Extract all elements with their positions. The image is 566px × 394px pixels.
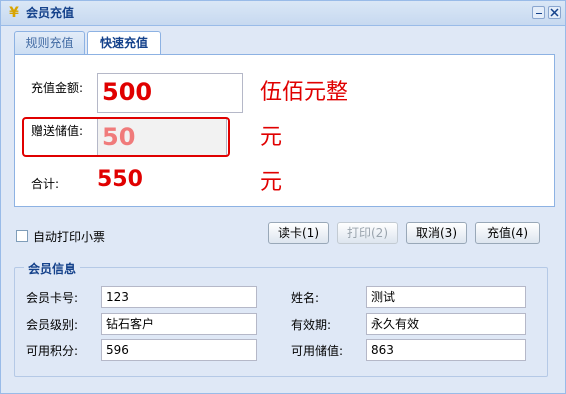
level-field[interactable]: 钻石客户 [101, 313, 257, 335]
close-button[interactable] [548, 6, 561, 19]
amount-chinese-text: 伍佰元整 [260, 80, 349, 105]
tab-quick-recharge[interactable]: 快速充值 [87, 31, 161, 55]
name-label: 姓名: [291, 291, 320, 305]
gift-highlight-box [22, 117, 230, 157]
points-field[interactable]: 596 [101, 339, 257, 361]
level-label: 会员级别: [26, 318, 79, 332]
amount-label: 充值金额: [31, 81, 84, 95]
auto-print-label: 自动打印小票 [33, 230, 106, 244]
window-title: 会员充值 [26, 6, 75, 20]
auto-print-checkbox[interactable] [16, 230, 28, 242]
gift-unit: 元 [260, 125, 283, 150]
total-label: 合计: [31, 177, 60, 191]
amount-input[interactable]: 500 [97, 73, 243, 113]
minimize-button[interactable] [532, 6, 545, 19]
print-button[interactable]: 打印(2) [337, 222, 398, 244]
validity-label: 有效期: [291, 318, 332, 332]
read-card-button[interactable]: 读卡(1) [268, 222, 329, 244]
total-unit: 元 [260, 170, 283, 195]
card-no-field[interactable]: 123 [101, 286, 257, 308]
title-bar[interactable]: ¥ 会员充值 [1, 1, 565, 26]
recharge-button[interactable]: 充值(4) [475, 222, 540, 244]
points-label: 可用积分: [26, 344, 79, 358]
tab-rule-recharge[interactable]: 规则充值 [14, 31, 85, 54]
balance-label: 可用储值: [291, 344, 344, 358]
member-info-legend: 会员信息 [24, 260, 81, 277]
name-field[interactable]: 测试 [366, 286, 526, 308]
cancel-button[interactable]: 取消(3) [406, 222, 467, 244]
yen-icon: ¥ [9, 5, 19, 21]
balance-field[interactable]: 863 [366, 339, 526, 361]
card-no-label: 会员卡号: [26, 291, 79, 305]
close-icon [550, 8, 559, 17]
validity-field[interactable]: 永久有效 [366, 313, 526, 335]
total-value: 550 [97, 167, 143, 192]
